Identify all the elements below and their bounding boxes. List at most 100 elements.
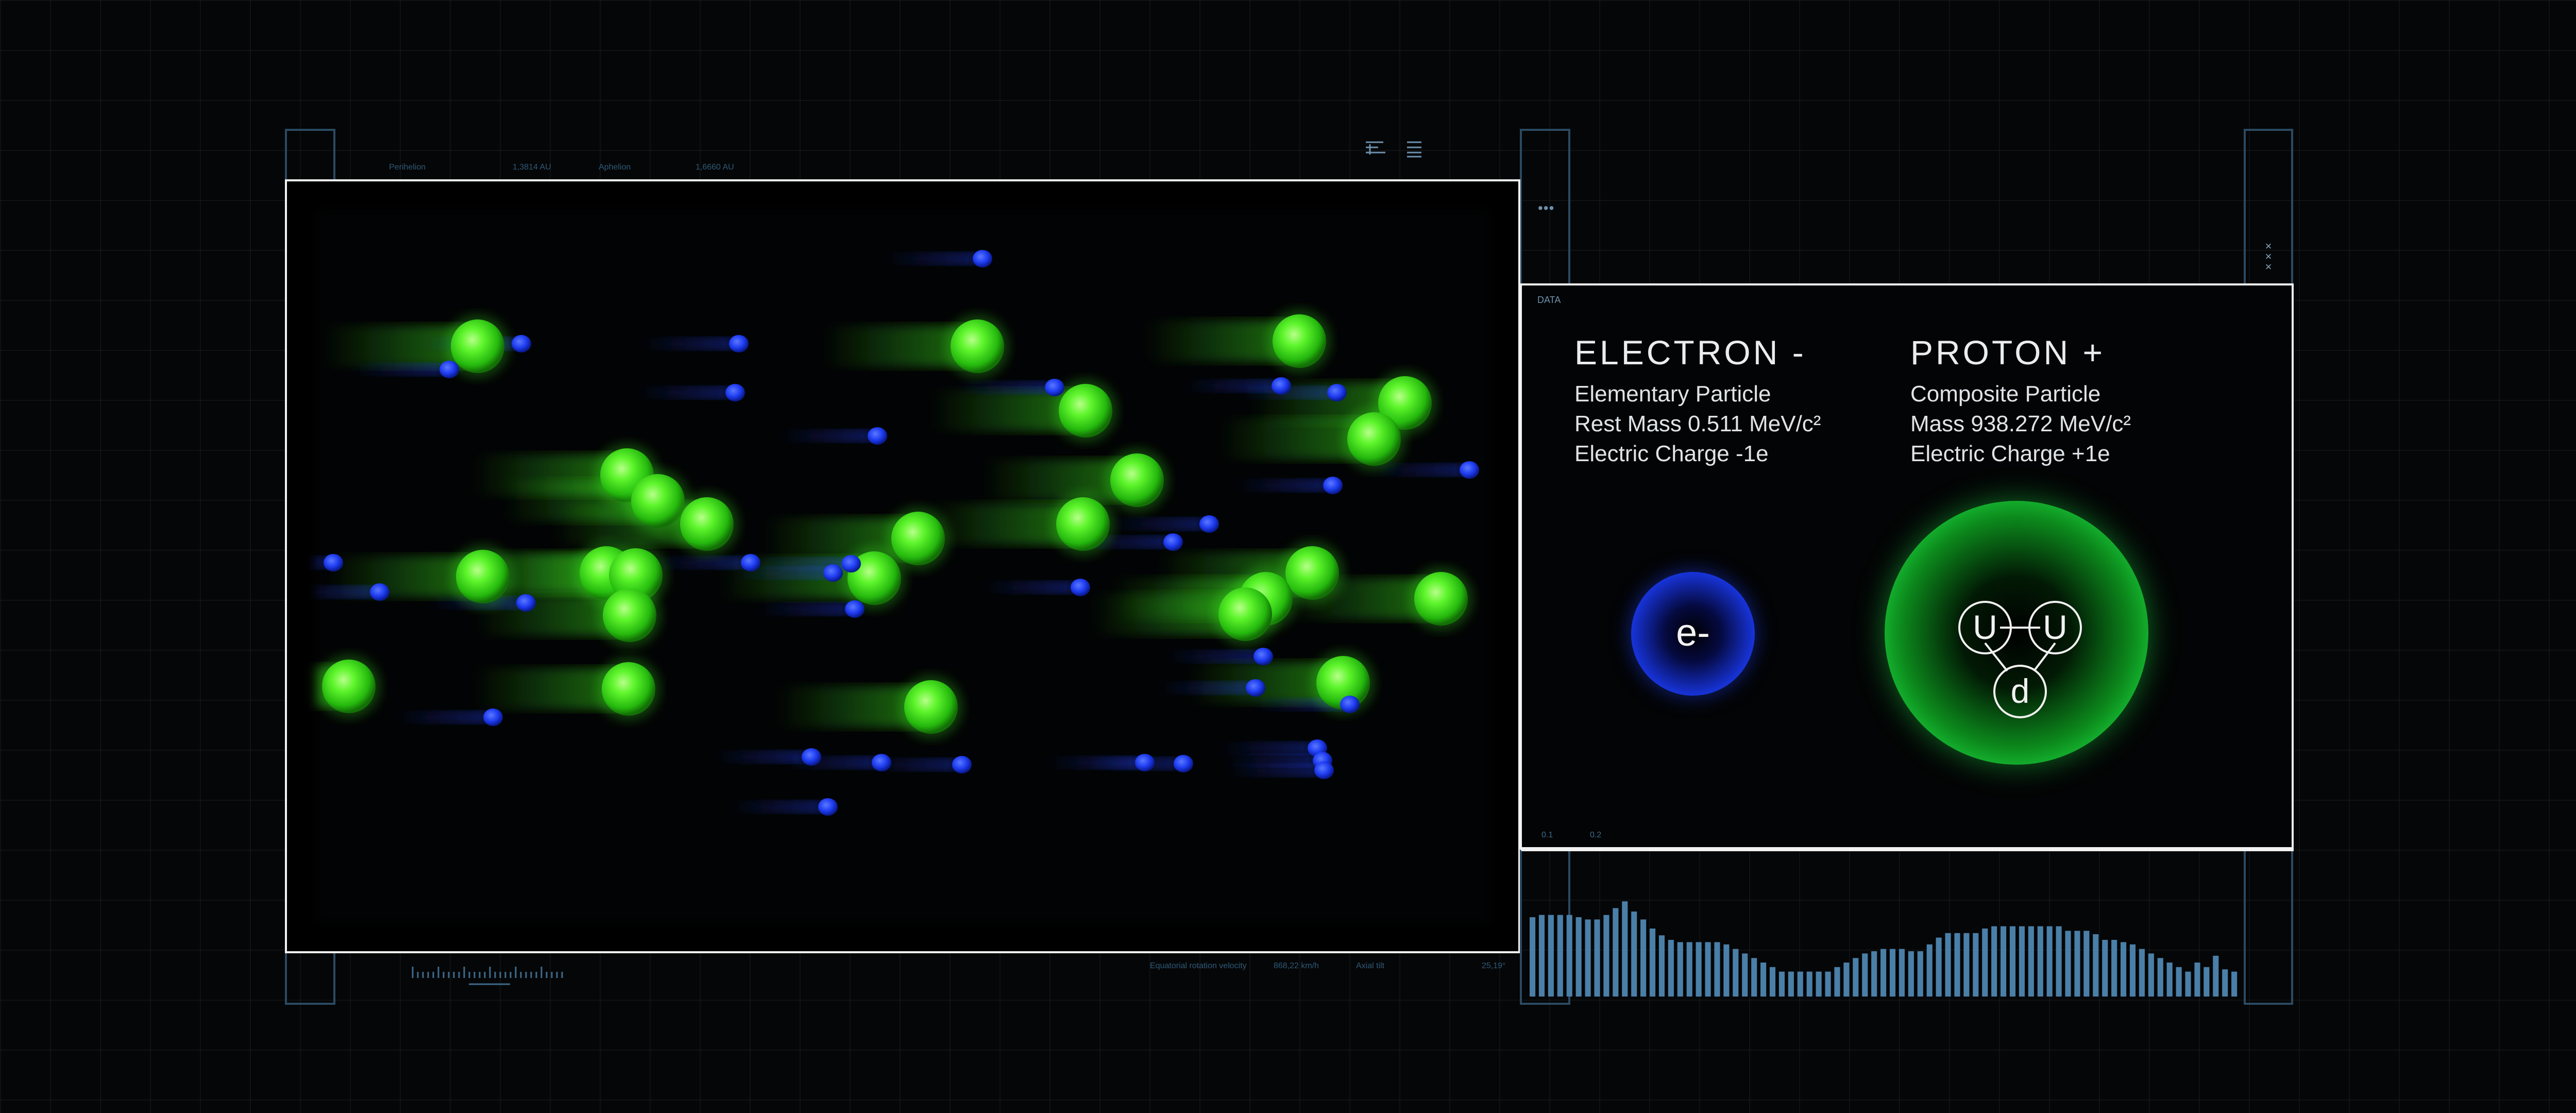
- electron-particle: [973, 250, 992, 267]
- histogram-bar: [2121, 942, 2127, 997]
- proton-particle: [951, 319, 1004, 373]
- electron-particle: [483, 709, 503, 726]
- readout-perihelion-label: Perihelion: [389, 163, 426, 172]
- electron-particle: [1163, 533, 1183, 551]
- electron-particle: [1460, 461, 1479, 479]
- electron-particle: [823, 564, 843, 582]
- histogram-bar: [1954, 933, 1960, 997]
- histogram-panel: [1520, 849, 2294, 1004]
- histogram-bar: [1557, 915, 1563, 997]
- electron-particle: [845, 600, 865, 618]
- histogram-bar: [1926, 944, 1933, 997]
- electron-trail: [1158, 682, 1250, 694]
- histogram-bar: [1538, 915, 1545, 997]
- histogram-bar: [2009, 926, 2016, 997]
- histogram-bar: [1622, 901, 1628, 997]
- quark-u2: U: [2043, 608, 2067, 646]
- electron-particle: [729, 335, 749, 352]
- proton-charge: Electric Charge +1e: [1910, 441, 2110, 466]
- proton-particle: [1056, 497, 1110, 551]
- electron-particle: [1045, 379, 1064, 396]
- histogram-bar: [2204, 967, 2210, 997]
- electron-trail: [1219, 742, 1312, 754]
- electron-particle: [370, 583, 389, 601]
- proton-particle: [891, 512, 945, 565]
- electron-trail: [1235, 479, 1328, 492]
- quark-u1: U: [1973, 608, 1997, 646]
- electron-sphere: e-: [1631, 572, 1755, 696]
- electron-trail: [1111, 518, 1204, 530]
- histogram-bar: [2074, 931, 2080, 997]
- histogram-bar: [2056, 926, 2062, 997]
- electron-trail: [730, 801, 823, 813]
- histogram-bar: [1705, 942, 1711, 997]
- electron-particle: [872, 754, 891, 771]
- histogram-bar: [2037, 926, 2043, 997]
- histogram-bar: [1843, 963, 1850, 997]
- electron-title: ELECTRON -: [1574, 333, 1806, 372]
- histogram-bar: [1769, 967, 1776, 997]
- axis-tick-1: 0.1: [1541, 831, 1553, 839]
- proton-mass: Mass 938.272 MeV/c²: [1910, 411, 2131, 436]
- readout-perihelion-value: 1,3814 AU: [513, 163, 551, 172]
- electron-trail: [957, 381, 1049, 394]
- histogram-bar: [1530, 917, 1536, 997]
- readout-velocity-value: 868,22 km/h: [1274, 962, 1319, 970]
- particle-simulation-panel[interactable]: [285, 179, 1520, 953]
- histogram-bar: [1686, 942, 1692, 997]
- histogram-bar: [2157, 958, 2163, 997]
- electron-trail: [1226, 764, 1319, 777]
- histogram-bar: [2028, 926, 2034, 997]
- histogram-bar: [2213, 955, 2219, 997]
- electron-trail: [395, 711, 488, 723]
- histogram-bar: [1834, 967, 1840, 997]
- proton-particle: [603, 588, 656, 642]
- electron-particle: [841, 555, 861, 572]
- electron-particle: [1323, 477, 1343, 494]
- histogram-bar: [1936, 937, 1942, 997]
- electron-type: Elementary Particle: [1574, 381, 1771, 407]
- electron-trail: [641, 338, 734, 350]
- proton-type: Composite Particle: [1910, 381, 2101, 407]
- histogram-bar: [2083, 931, 2090, 997]
- histogram-bar: [2111, 940, 2117, 997]
- histogram-bar: [1585, 919, 1591, 997]
- readout-aphelion-label: Aphelion: [599, 163, 631, 172]
- histogram-bar: [2194, 963, 2200, 997]
- electron-particle: [1327, 384, 1347, 401]
- histogram-bar: [2176, 967, 2182, 997]
- electron-particle: [868, 427, 887, 445]
- electron-particle: [1199, 515, 1219, 533]
- electron-trail: [351, 363, 444, 376]
- histogram-bar: [1917, 951, 1923, 997]
- menu-icon[interactable]: [1363, 139, 1425, 160]
- histogram-bar: [1880, 949, 1887, 997]
- electron-trail: [1047, 756, 1140, 769]
- proton-particle: [1347, 412, 1401, 466]
- bottom-ruler: [412, 967, 563, 985]
- electron-trail: [885, 252, 977, 265]
- proton-particle: [1059, 384, 1112, 437]
- more-icon[interactable]: •••: [1538, 200, 1554, 216]
- histogram-bar: [2046, 926, 2053, 997]
- histogram-bar: [1853, 958, 1859, 997]
- close-icon[interactable]: × × ×: [2261, 241, 2276, 273]
- proton-particle: [904, 680, 958, 734]
- proton-particle: [1110, 453, 1164, 507]
- info-panel-label: DATA: [1537, 295, 1561, 305]
- electron-trail: [784, 756, 876, 769]
- readout-velocity-label: Equatorial rotation velocity: [1150, 962, 1247, 970]
- quark-d: d: [2011, 672, 2030, 710]
- histogram-bar: [1658, 935, 1665, 997]
- histogram-bar: [1742, 953, 1748, 997]
- histogram-bar: [2139, 949, 2145, 997]
- electron-mass: Rest Mass 0.511 MeV/c²: [1574, 411, 1821, 436]
- histogram-bar: [2222, 969, 2228, 997]
- histogram-bar: [1566, 915, 1572, 997]
- readout-tilt-value: 25,19°: [1482, 962, 1506, 970]
- histogram-bar: [1696, 942, 1702, 997]
- histogram-bar: [1908, 951, 1914, 997]
- particle-info-panel: DATA ELECTRON - Elementary Particle Rest…: [1520, 283, 2294, 849]
- histogram-bar: [2148, 953, 2154, 997]
- histogram-bar: [1778, 971, 1785, 997]
